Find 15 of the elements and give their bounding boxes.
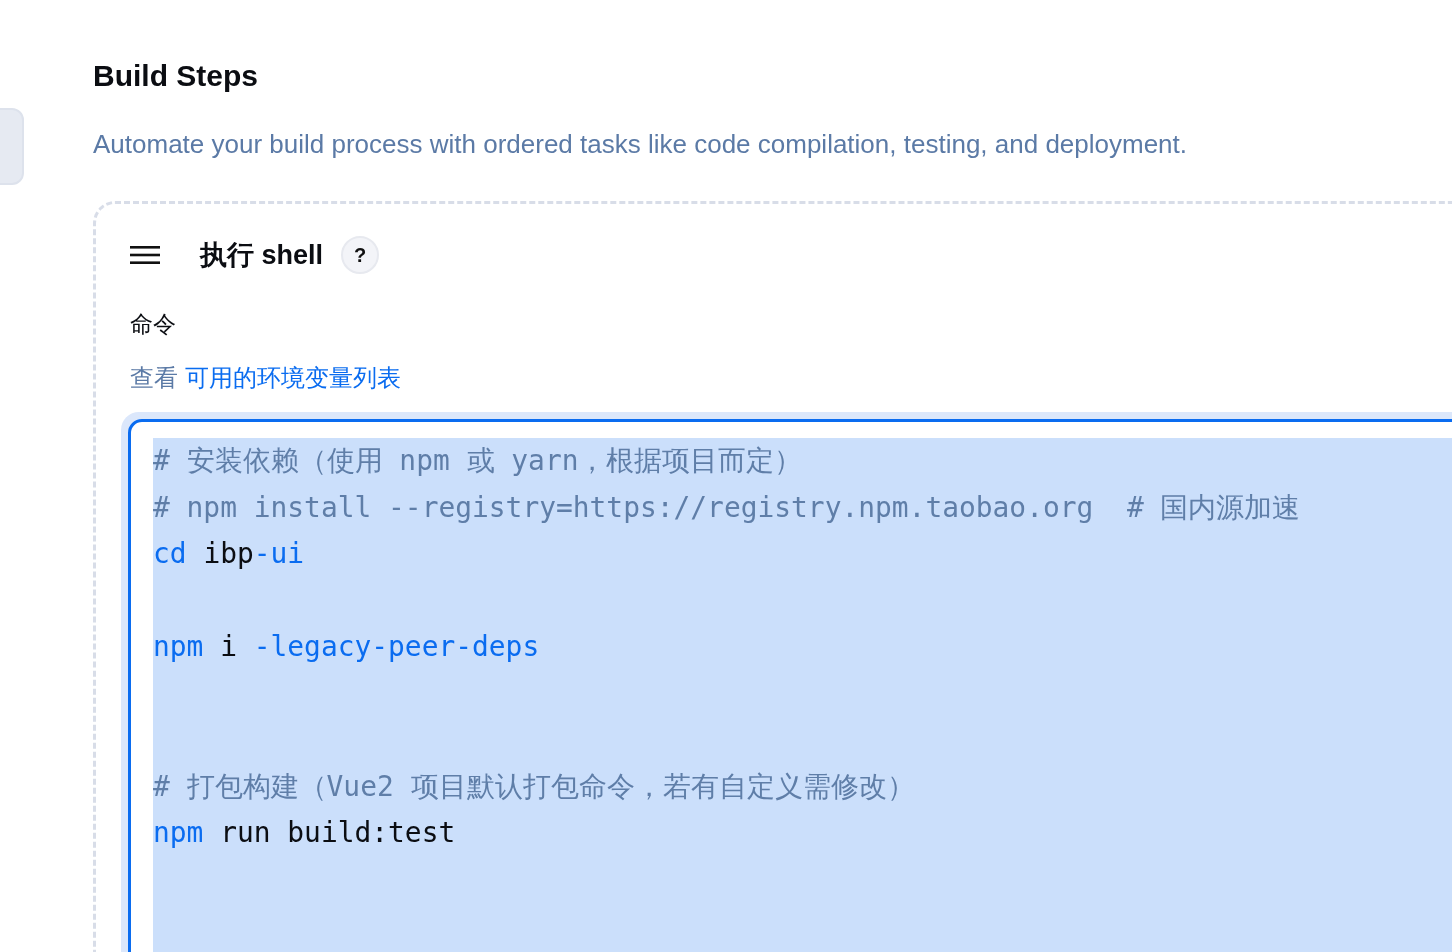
code-line: # 打包构建（Vue2 项目默认打包命令，若有自定义需修改） bbox=[153, 768, 916, 805]
step-title: 执行 shell bbox=[200, 239, 324, 272]
drag-handle-icon[interactable] bbox=[130, 245, 160, 265]
code-line: # 安装依赖（使用 npm 或 yarn，根据项目而定） bbox=[153, 443, 804, 479]
field-label: 命令 bbox=[130, 310, 177, 339]
section-title: Build Steps bbox=[93, 58, 259, 94]
code-line: npm i -legacy-peer-deps bbox=[153, 629, 541, 665]
command-editor[interactable]: # 安装依赖（使用 npm 或 yarn，根据项目而定） # npm install --registry=https://registry.npm.taobao.org # 国内源加速 cd ibp-ui npm i -legacy-peer-deps # 打包构建（Vue2 项目默认打包命令，若有自定义需修改） npm run build:test bbox=[128, 419, 1452, 952]
code-line: cd ibp-ui bbox=[153, 536, 306, 572]
help-button[interactable]: ? bbox=[341, 236, 380, 274]
env-vars-link[interactable]: 可用的环境变量列表 bbox=[184, 364, 401, 391]
code-line: npm run build:test bbox=[153, 815, 457, 851]
section-description: Automate your build process with ordered tasks like code compilation, testing, and deployment. bbox=[93, 128, 1189, 161]
code-line: # npm install --registry=https://registry.npm.taobao.org # 国内源加速 bbox=[153, 489, 1302, 526]
env-hint: 查看 可用的环境变量列表 bbox=[130, 363, 402, 393]
